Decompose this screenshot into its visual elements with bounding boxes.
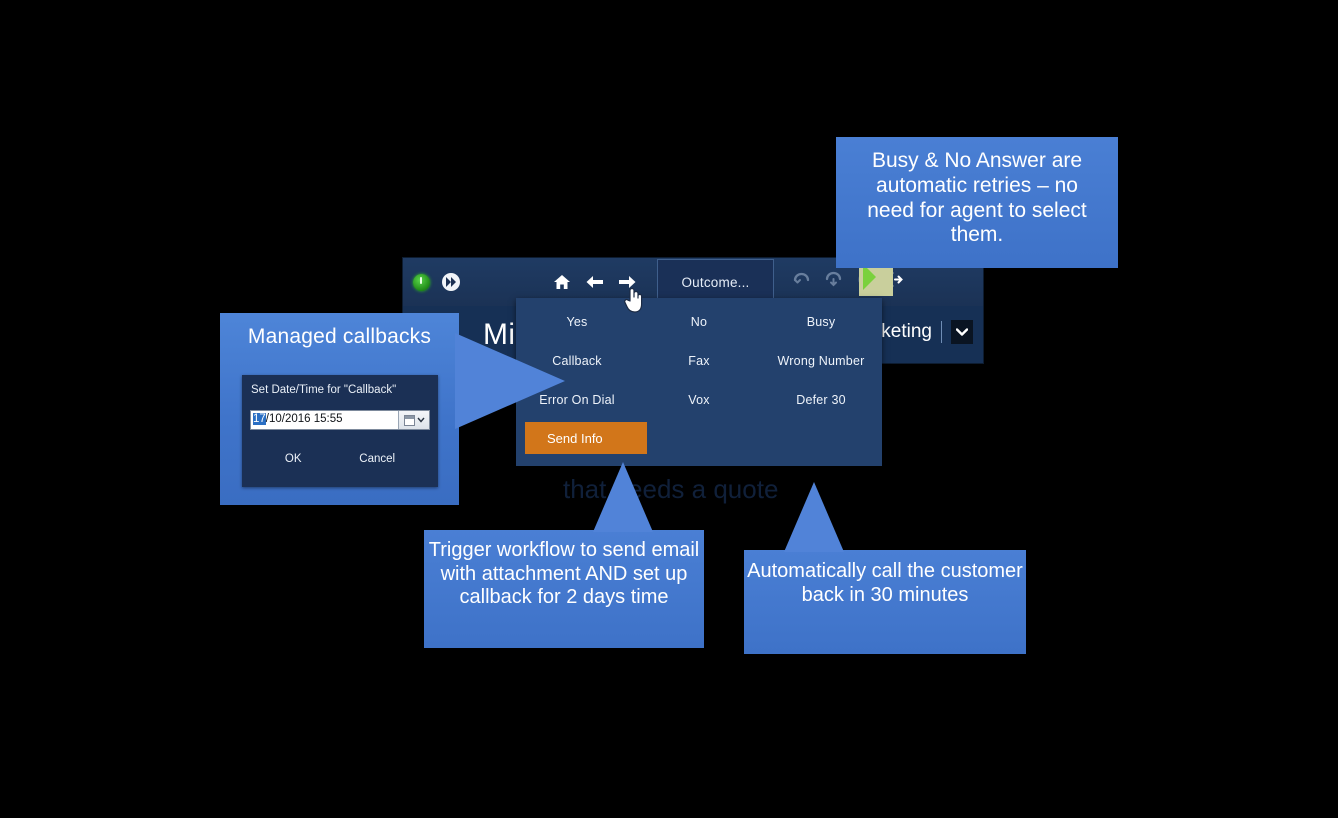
callout-auto-tail bbox=[784, 482, 844, 552]
callout-trigger-workflow: Trigger workflow to send email with atta… bbox=[424, 530, 704, 648]
back-arrow-icon[interactable] bbox=[585, 274, 604, 290]
callout-trigger-tail bbox=[593, 462, 653, 532]
callout-managed-callbacks: Managed callbacks Set Date/Time for "Cal… bbox=[220, 313, 565, 505]
dialog-ok-button[interactable]: OK bbox=[285, 453, 302, 467]
hang-up-call-icon[interactable] bbox=[824, 271, 843, 293]
power-status-icon[interactable] bbox=[413, 273, 430, 291]
outcome-option-wrong-number[interactable]: Wrong Number bbox=[760, 341, 882, 380]
callout-busy-no-answer: Busy & No Answer are automatic retries –… bbox=[836, 137, 1118, 268]
chevron-down-icon bbox=[416, 417, 425, 423]
toolbar-status-group bbox=[403, 273, 533, 291]
fast-forward-icon[interactable] bbox=[442, 273, 460, 291]
chevron-down-icon[interactable] bbox=[951, 320, 973, 344]
callout-busy-text: Busy & No Answer are automatic retries –… bbox=[867, 149, 1087, 247]
datetime-selected-segment: 17 bbox=[253, 413, 266, 426]
datetime-rest: /10/2016 15:55 bbox=[265, 413, 343, 426]
callback-datetime-dialog: Set Date/Time for "Callback" 17/10/2016 … bbox=[242, 375, 438, 487]
outcome-dropdown-menu: Yes No Busy Callback Fax Wrong Number Er… bbox=[516, 298, 882, 466]
outcome-option-grid: Yes No Busy Callback Fax Wrong Number Er… bbox=[516, 298, 882, 419]
calendar-glyph-icon bbox=[403, 414, 415, 426]
callout-auto-callback: Automatically call the customer back in … bbox=[744, 550, 1026, 654]
home-icon[interactable] bbox=[553, 274, 571, 290]
dialog-action-row: OK Cancel bbox=[242, 453, 438, 467]
callout-trigger-text: Trigger workflow to send email with atta… bbox=[428, 539, 700, 609]
callout-auto-text: Automatically call the customer back in … bbox=[747, 560, 1023, 606]
answer-call-icon[interactable] bbox=[792, 271, 811, 293]
outcome-option-busy[interactable]: Busy bbox=[760, 302, 882, 341]
outcome-option-vox[interactable]: Vox bbox=[638, 380, 760, 419]
outcome-option-defer-30[interactable]: Defer 30 bbox=[760, 380, 882, 419]
area-divider bbox=[941, 321, 942, 343]
hand-pointer-cursor bbox=[622, 284, 646, 314]
slide-canvas: Outcome... Microsoft Dynamics CRM bbox=[0, 0, 1338, 818]
outcome-option-no[interactable]: No bbox=[638, 302, 760, 341]
callout-managed-title: Managed callbacks bbox=[247, 325, 432, 348]
datetime-value: 17/10/2016 15:55 bbox=[251, 413, 343, 427]
dialog-prompt-label: Set Date/Time for "Callback" bbox=[251, 384, 397, 396]
calendar-picker-icon[interactable] bbox=[398, 411, 429, 429]
dialog-cancel-button[interactable]: Cancel bbox=[359, 453, 395, 467]
callback-datetime-input[interactable]: 17/10/2016 15:55 bbox=[250, 410, 430, 430]
outcome-option-fax[interactable]: Fax bbox=[638, 341, 760, 380]
